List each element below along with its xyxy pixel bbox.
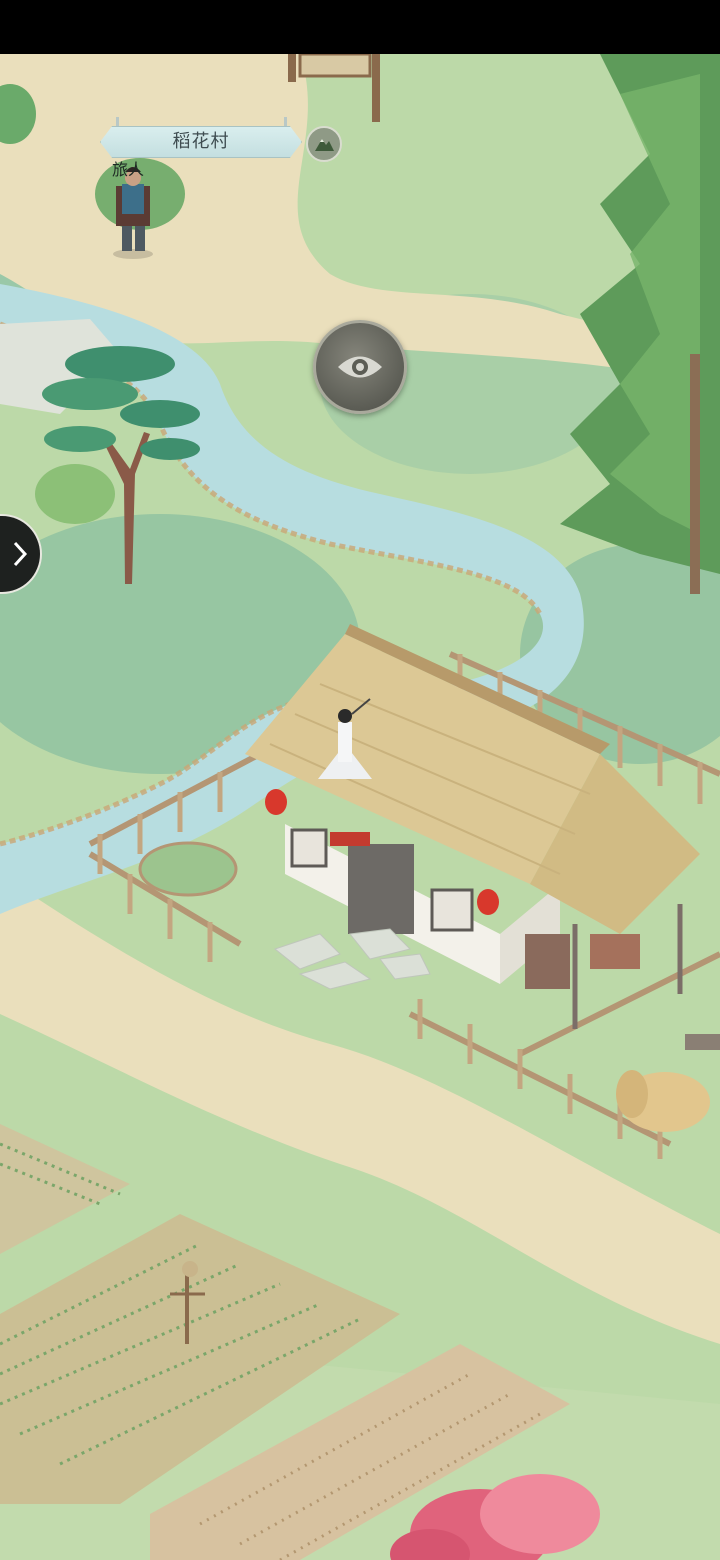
location-banner: 稻花村 (100, 117, 302, 158)
mountain-icon (315, 139, 334, 151)
scene-art (0, 54, 720, 1560)
npc-name-label: 旅人 (112, 160, 145, 179)
map-toggle-button[interactable] (306, 126, 342, 162)
status-bar (0, 0, 720, 54)
location-name: 稻花村 (172, 131, 230, 152)
game-scene[interactable] (0, 54, 720, 1560)
chevron-right-icon (13, 541, 28, 567)
view-toggle-button[interactable] (313, 320, 407, 414)
eye-icon (338, 356, 382, 378)
